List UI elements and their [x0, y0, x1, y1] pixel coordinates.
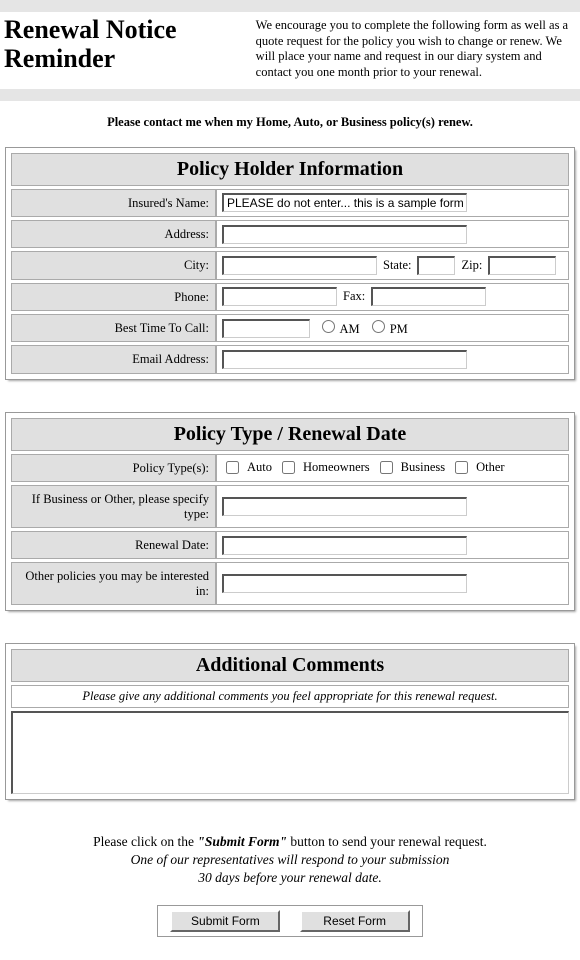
footer-line2: One of our representatives will respond … [131, 852, 450, 867]
radio-pm-label: PM [366, 320, 408, 337]
button-row: Submit Form Reset Form [0, 906, 580, 954]
input-insured-name[interactable] [222, 193, 467, 212]
input-specify[interactable] [222, 497, 467, 516]
input-state[interactable] [417, 256, 455, 275]
policy-holder-heading: Policy Holder Information [11, 153, 569, 186]
label-address: Address: [11, 220, 216, 248]
label-fax: Fax: [343, 289, 365, 304]
label-renewal-date: Renewal Date: [11, 531, 216, 559]
textarea-comments[interactable] [13, 713, 568, 793]
input-fax[interactable] [371, 287, 486, 306]
checkbox-auto[interactable] [226, 461, 239, 474]
label-insured-name: Insured's Name: [11, 189, 216, 217]
radio-pm[interactable] [372, 320, 385, 333]
radio-am[interactable] [322, 320, 335, 333]
label-best-time: Best Time To Call: [11, 314, 216, 342]
footer-line3: 30 days before your renewal date. [198, 870, 381, 885]
input-best-time[interactable] [222, 319, 310, 338]
comments-panel: Additional Comments Please give any addi… [6, 644, 574, 799]
label-checkbox-business: Business [401, 460, 445, 475]
checkbox-homeowners[interactable] [282, 461, 295, 474]
footer-line1-post: button to send your renewal request. [287, 834, 487, 849]
label-email: Email Address: [11, 345, 216, 373]
policy-type-panel: Policy Type / Renewal Date Policy Type(s… [6, 413, 574, 610]
policy-holder-panel: Policy Holder Information Insured's Name… [6, 148, 574, 379]
input-city[interactable] [222, 256, 377, 275]
input-other-policies[interactable] [222, 574, 467, 593]
reset-button[interactable]: Reset Form [300, 910, 410, 932]
submit-button[interactable]: Submit Form [170, 910, 280, 932]
input-renewal-date[interactable] [222, 536, 467, 555]
footer-text: Please click on the "Submit Form" button… [0, 833, 580, 906]
policy-type-heading: Policy Type / Renewal Date [11, 418, 569, 451]
input-email[interactable] [222, 350, 467, 369]
label-policy-types: Policy Type(s): [11, 454, 216, 482]
comments-instruction: Please give any additional comments you … [11, 685, 569, 708]
label-zip: Zip: [461, 258, 482, 273]
footer-line1-bold: "Submit Form" [197, 834, 287, 849]
page-header: Renewal Notice Reminder We encourage you… [0, 12, 580, 89]
label-city: City: [11, 251, 216, 279]
label-other-policies: Other policies you may be interested in: [11, 562, 216, 605]
checkbox-business[interactable] [380, 461, 393, 474]
label-specify: If Business or Other, please specify typ… [11, 485, 216, 528]
input-zip[interactable] [488, 256, 556, 275]
top-gray-bar [0, 0, 580, 12]
label-state: State: [383, 258, 411, 273]
label-checkbox-other: Other [476, 460, 504, 475]
radio-am-label: AM [316, 320, 360, 337]
input-phone[interactable] [222, 287, 337, 306]
contact-instruction: Please contact me when my Home, Auto, or… [0, 101, 580, 148]
label-phone: Phone: [11, 283, 216, 311]
input-address[interactable] [222, 225, 467, 244]
label-checkbox-homeowners: Homeowners [303, 460, 370, 475]
separator-bar [0, 89, 580, 101]
page-title: Renewal Notice Reminder [4, 16, 256, 81]
page-description: We encourage you to complete the followi… [256, 16, 576, 81]
footer-line1-pre: Please click on the [93, 834, 197, 849]
comments-heading: Additional Comments [11, 649, 569, 682]
label-checkbox-auto: Auto [247, 460, 272, 475]
checkbox-other[interactable] [455, 461, 468, 474]
